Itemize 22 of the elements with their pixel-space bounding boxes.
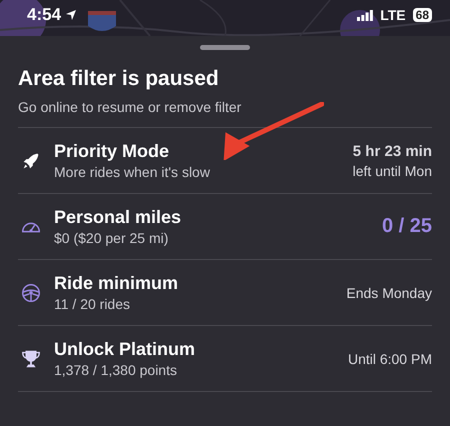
row-title: Unlock Platinum	[54, 339, 196, 360]
battery-level: 68	[412, 8, 432, 22]
clock-time: 4:54	[27, 5, 62, 25]
time-note: left until Mon	[352, 162, 432, 178]
row-title: Ride minimum	[54, 273, 180, 294]
row-title: Priority Mode	[54, 141, 170, 162]
row-subtitle: More rides when it's slow	[54, 164, 211, 180]
sheet-subtitle: Go online to resume or remove filter	[18, 99, 242, 115]
drag-handle[interactable]	[200, 45, 250, 50]
time-remaining: 5 hr 23 min	[352, 142, 432, 160]
row-title: Personal miles	[54, 207, 182, 228]
row-subtitle: 1,378 / 1,380 points	[54, 362, 178, 378]
row-subtitle: 11 / 20 rides	[54, 296, 132, 312]
network-type: LTE	[380, 7, 406, 23]
sheet-title: Area filter is paused	[18, 67, 220, 91]
row-subtitle: $0 ($20 per 25 mi)	[54, 230, 170, 246]
row-status: Ends Monday	[346, 284, 432, 300]
steering-wheel-icon	[20, 282, 42, 304]
location-arrow-icon	[65, 9, 78, 21]
row-status: Until 6:00 PM	[348, 350, 432, 366]
progress-count: 0 / 25	[382, 215, 432, 238]
signal-icon	[357, 10, 374, 20]
